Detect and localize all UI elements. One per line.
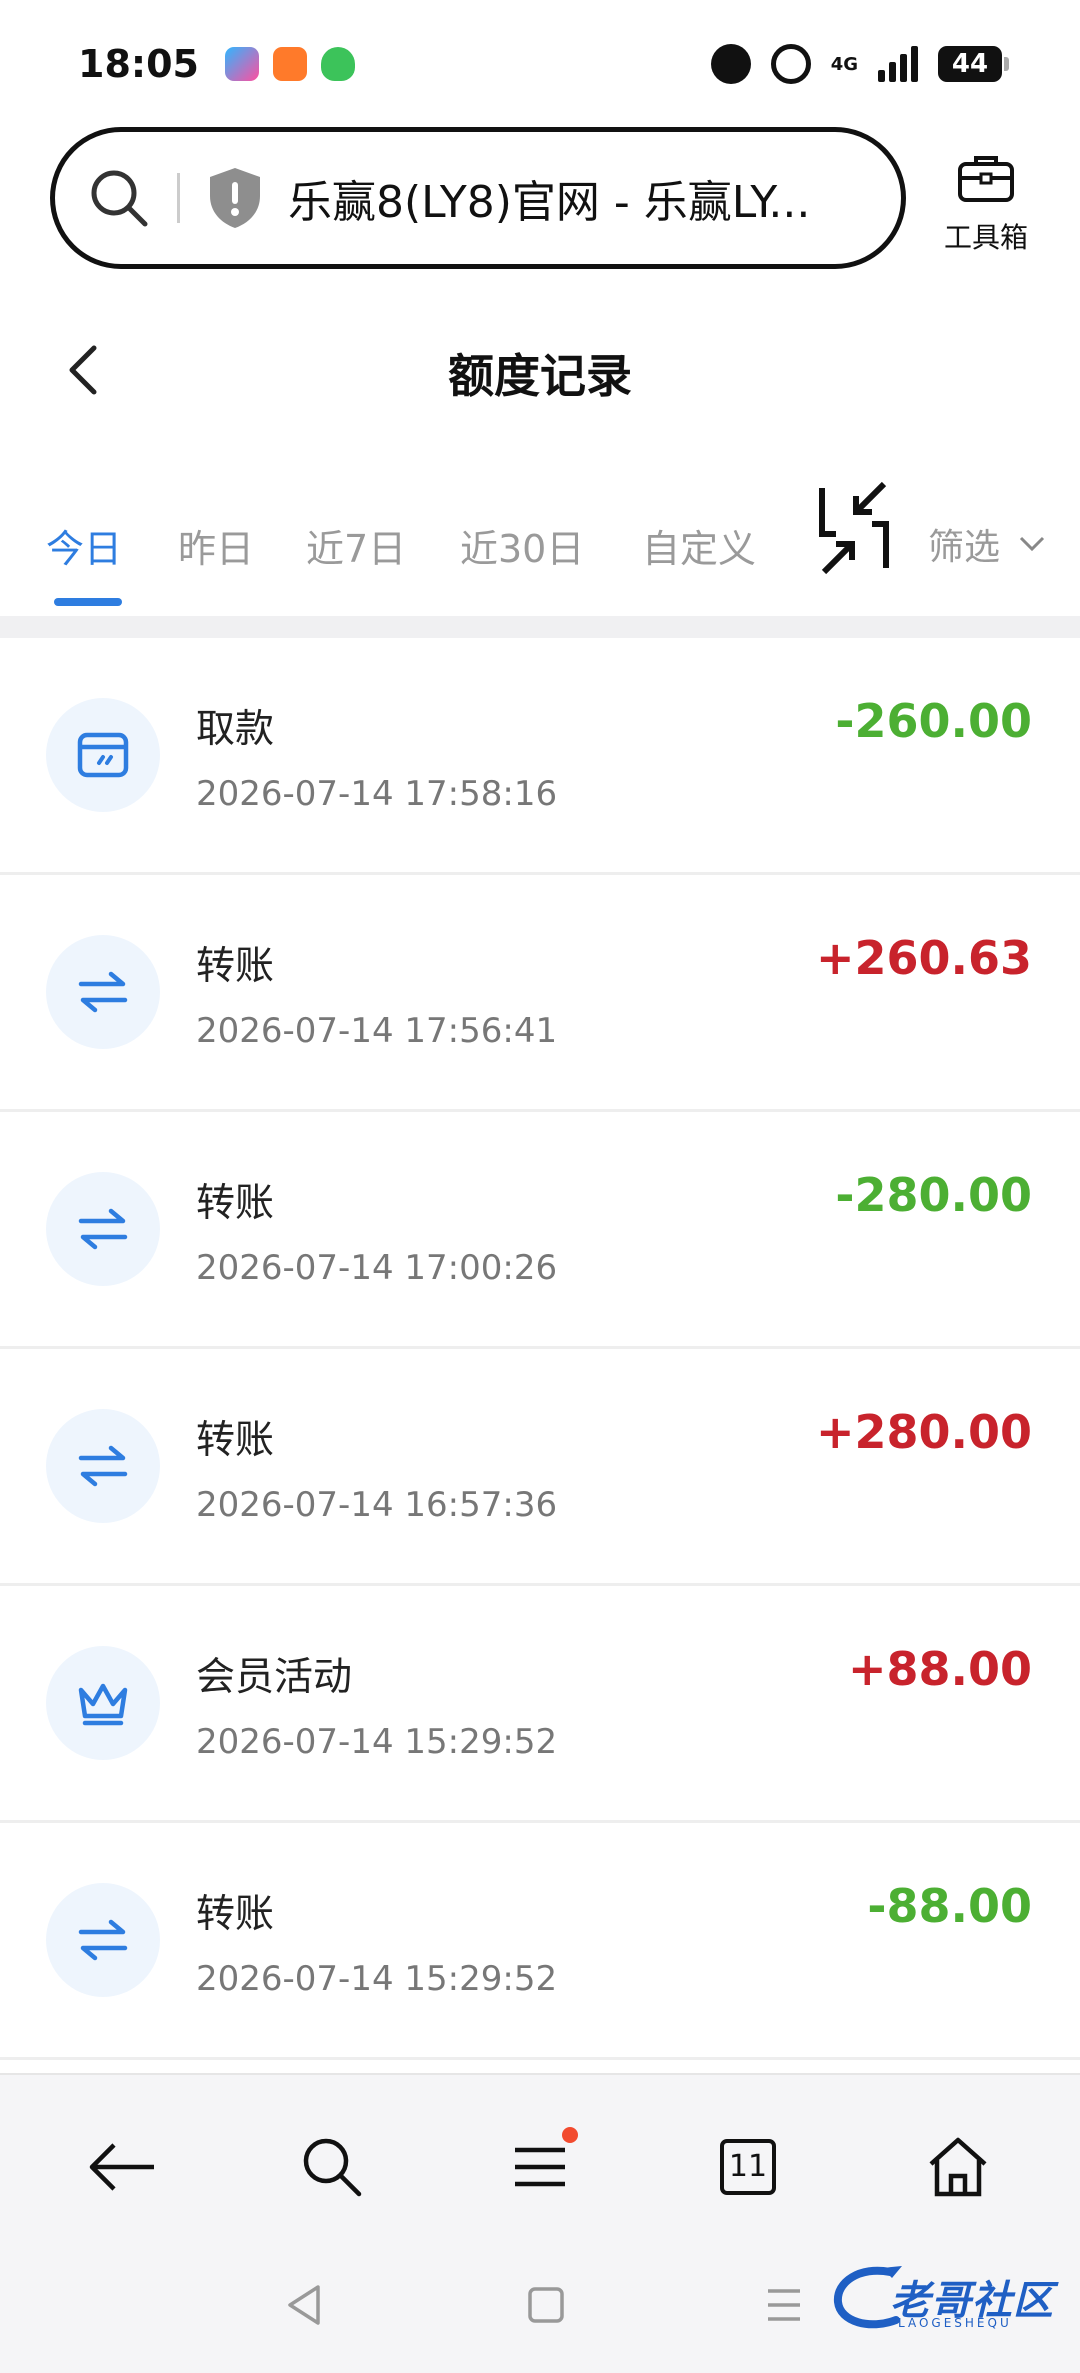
arrow-left-icon [89, 2143, 154, 2191]
nav-recents-button[interactable] [764, 2283, 804, 2331]
list-item[interactable]: 转账 2026-07-14 17:56:41 +260.63 [0, 875, 1080, 1112]
reader-app-icon [272, 47, 307, 81]
transfer-icon [46, 1172, 160, 1286]
tab-30-days[interactable]: 近30日 [460, 518, 584, 573]
active-tab-indicator [54, 598, 122, 606]
toolbox-button[interactable]: 工具箱 [926, 150, 1046, 256]
record-time: 2026-07-14 17:58:16 [196, 774, 558, 814]
record-amount: +280.00 [815, 1405, 1032, 1459]
shield-icon[interactable] [206, 166, 264, 230]
list-item[interactable]: 会员活动 2026-07-14 15:29:52 +88.00 [0, 1586, 1080, 1823]
tab-count: 11 [720, 2139, 776, 2195]
browser-toolbar: 11 [0, 2073, 1080, 2243]
watermark-subtext: LAOGESHEQU [898, 2316, 1012, 2330]
address-title[interactable]: 乐赢8(LY8)官网 - 乐赢LY... [288, 166, 858, 230]
status-bar: 18:05 4G 44 [0, 0, 1080, 128]
chevron-down-icon [1019, 536, 1045, 552]
wallet-icon [46, 698, 160, 812]
filter-label: 筛选 [928, 527, 1001, 568]
record-time: 2026-07-14 15:29:52 [196, 1959, 558, 1999]
alarm-icon [770, 44, 811, 84]
record-amount: -260.00 [835, 694, 1032, 748]
triangle-back-icon [288, 2285, 320, 2325]
status-app-icons [224, 47, 355, 81]
home-icon [929, 2137, 987, 2197]
record-time: 2026-07-14 15:29:52 [196, 1722, 558, 1762]
date-tabs: 今日 昨日 近7日 近30日 自定义 筛选 [0, 470, 1080, 610]
browser-menu-button[interactable] [500, 2127, 580, 2207]
record-time: 2026-07-14 16:57:36 [196, 1485, 558, 1525]
address-bar[interactable]: 乐赢8(LY8)官网 - 乐赢LY... [50, 127, 906, 269]
record-type: 取款 [196, 707, 275, 752]
transfer-icon [46, 1883, 160, 1997]
search-icon [303, 2138, 362, 2197]
home-button[interactable] [918, 2127, 998, 2207]
list-item[interactable]: 转账 2026-07-14 15:29:52 -88.00 [0, 1823, 1080, 2060]
record-time: 2026-07-14 17:00:26 [196, 1248, 558, 1288]
transfer-icon [46, 935, 160, 1049]
record-type: 转账 [196, 1418, 275, 1463]
section-divider [0, 616, 1080, 638]
record-amount: -88.00 [867, 1879, 1032, 1933]
record-type: 转账 [196, 1181, 275, 1226]
page-header: 额度记录 [0, 310, 1080, 430]
video-app-icon [224, 47, 259, 81]
nav-home-button[interactable] [526, 2283, 566, 2331]
record-list: 取款 2026-07-14 17:58:16 -260.00 转账 2026-0… [0, 638, 1080, 2060]
signal-icon [878, 46, 918, 82]
toolbox-label: 工具箱 [943, 221, 1028, 254]
record-type: 转账 [196, 1892, 275, 1937]
crown-icon [46, 1646, 160, 1760]
network-type: 4G [830, 53, 858, 75]
list-item[interactable]: 转账 2026-07-14 17:00:26 -280.00 [0, 1112, 1080, 1349]
security-app-icon [320, 47, 355, 81]
tab-7-days[interactable]: 近7日 [306, 518, 406, 573]
notification-dot [562, 2127, 578, 2143]
nav-back-button[interactable] [284, 2283, 324, 2331]
watermark-logo: 老哥社区 LAOGESHEQU [830, 2262, 1070, 2342]
square-home-icon [528, 2287, 564, 2323]
filter-button[interactable]: 筛选 [928, 518, 1046, 570]
search-icon[interactable] [87, 166, 151, 230]
record-amount: -280.00 [835, 1168, 1032, 1222]
browser-search-button[interactable] [292, 2127, 372, 2207]
toolbox-icon [958, 156, 1014, 202]
tab-yesterday[interactable]: 昨日 [178, 518, 254, 573]
tab-today[interactable]: 今日 [46, 518, 122, 573]
record-type: 会员活动 [196, 1655, 353, 1700]
tab-custom[interactable]: 自定义 [642, 518, 756, 573]
record-type: 转账 [196, 944, 275, 989]
speed-icon [710, 44, 751, 84]
recents-icon [768, 2289, 800, 2321]
record-amount: +260.63 [815, 931, 1032, 985]
collapse-icon[interactable] [816, 480, 892, 580]
browser-back-button[interactable] [82, 2127, 162, 2207]
record-amount: +88.00 [847, 1642, 1032, 1696]
address-divider [177, 173, 180, 223]
status-time: 18:05 [78, 42, 199, 86]
page-title: 额度记录 [448, 349, 632, 403]
list-item[interactable]: 取款 2026-07-14 17:58:16 -260.00 [0, 638, 1080, 875]
transfer-icon [46, 1409, 160, 1523]
menu-icon [515, 2147, 565, 2187]
record-time: 2026-07-14 17:56:41 [196, 1011, 558, 1051]
battery-level: 44 [938, 46, 1009, 82]
list-item[interactable]: 转账 2026-07-14 16:57:36 +280.00 [0, 1349, 1080, 1586]
tabs-button[interactable]: 11 [708, 2127, 788, 2207]
